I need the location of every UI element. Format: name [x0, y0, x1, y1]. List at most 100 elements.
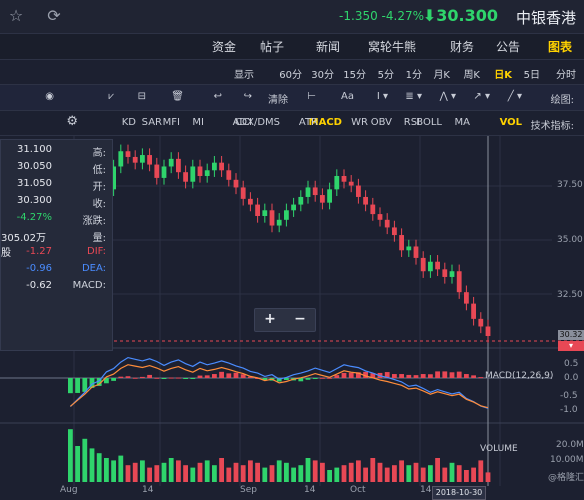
- candle: [219, 162, 224, 171]
- tab-4[interactable]: 新闻: [316, 38, 340, 55]
- macd-bar: [219, 371, 224, 378]
- volume-bar: [168, 458, 174, 482]
- tab-3[interactable]: 窝轮牛熊: [368, 38, 416, 55]
- fib-tool-icon[interactable]: ≣ ▾: [405, 91, 422, 102]
- macd-bar: [118, 376, 124, 378]
- candle: [190, 166, 196, 182]
- indicator-vol[interactable]: VOL: [500, 117, 522, 128]
- current-price-marker: ▾: [558, 341, 584, 351]
- date-tick: 14: [304, 485, 316, 495]
- info-key: 量:: [92, 233, 106, 244]
- star-icon[interactable]: ☆: [6, 6, 26, 26]
- indicator-atr[interactable]: ATR: [299, 117, 318, 128]
- macd-bar: [226, 373, 232, 378]
- magnet-icon[interactable]: ⩗: [108, 91, 114, 102]
- line-tool-icon[interactable]: ╱ ▾: [508, 91, 522, 102]
- trash-icon[interactable]: 🗑: [171, 91, 184, 102]
- period-4[interactable]: 月K: [433, 66, 450, 81]
- volume-bar: [104, 458, 109, 482]
- tab-1[interactable]: 公告: [496, 38, 520, 55]
- period-8[interactable]: 30分: [311, 66, 334, 81]
- candle: [478, 318, 484, 327]
- refresh-icon[interactable]: ⟳: [44, 6, 64, 26]
- redo-icon[interactable]: ↪: [244, 91, 252, 102]
- volume-bar: [449, 462, 455, 482]
- volume-bar: [96, 453, 102, 482]
- indicator-rsi[interactable]: RSI: [404, 117, 420, 128]
- macd-bar: [305, 378, 311, 380]
- visibility-icon[interactable]: ◉: [45, 91, 54, 102]
- info-value: -0.96: [26, 263, 52, 274]
- macd-bar: [111, 378, 116, 381]
- undo-icon[interactable]: ↩: [214, 91, 222, 102]
- macd-bar: [168, 377, 174, 379]
- indicator-boll[interactable]: BOLL: [416, 117, 442, 128]
- candle: [334, 176, 340, 190]
- volume-bar: [147, 467, 152, 482]
- indicator-ma[interactable]: MA: [455, 117, 470, 128]
- period-7[interactable]: 15分: [343, 66, 366, 81]
- date-tick: Aug: [60, 485, 78, 495]
- settings-icon[interactable]: ⚙: [66, 114, 78, 129]
- candle: [449, 271, 455, 277]
- candle: [370, 204, 376, 215]
- candle: [428, 261, 433, 272]
- volume-bar: [399, 460, 404, 482]
- volume-bar: [298, 465, 304, 482]
- candle: [248, 198, 253, 205]
- draw-label: 绘图:: [550, 95, 574, 106]
- zoom-in-button[interactable]: +: [255, 311, 285, 327]
- ray-tool-icon[interactable]: ↗ ▾: [473, 91, 490, 102]
- tab-2[interactable]: 财务: [450, 38, 474, 55]
- indicator-kd[interactable]: KD: [122, 117, 136, 128]
- period-9[interactable]: 60分: [279, 66, 302, 81]
- candle: [456, 271, 462, 293]
- indicator-cci[interactable]: CCI: [235, 117, 252, 128]
- period-3[interactable]: 周K: [463, 66, 480, 81]
- lock-icon[interactable]: ⊟: [138, 91, 146, 102]
- volume-tick: 20.0M: [556, 440, 584, 450]
- macd-bar: [334, 375, 340, 378]
- channel-tool-icon[interactable]: ⋀ ▾: [440, 91, 456, 102]
- macd-bar: [435, 371, 440, 378]
- macd-bar: [327, 377, 332, 379]
- candle: [255, 204, 260, 216]
- period-1[interactable]: 5日: [524, 66, 540, 81]
- volume-bar: [370, 458, 376, 482]
- price-tick: 37.50: [557, 180, 583, 190]
- period-10[interactable]: 显示: [234, 66, 254, 81]
- tab-5[interactable]: 帖子: [260, 38, 284, 55]
- candle: [320, 195, 325, 203]
- volume-bar: [75, 446, 80, 482]
- macd-bar: [348, 372, 354, 378]
- candle: [442, 269, 448, 277]
- volume-bar: [456, 465, 462, 482]
- font-tool[interactable]: Aa: [341, 91, 354, 102]
- date-tick: 14: [142, 485, 154, 495]
- period-0[interactable]: 分时: [556, 66, 576, 81]
- volume-bar: [212, 465, 217, 482]
- watermark: @格隆汇: [548, 473, 584, 483]
- volume-bar: [420, 467, 426, 482]
- period-5[interactable]: 1分: [406, 66, 422, 81]
- indicator-mfi[interactable]: MFI: [163, 117, 180, 128]
- tab-0[interactable]: 图表: [548, 38, 572, 55]
- indicator-sar[interactable]: SAR: [142, 117, 162, 128]
- volume-bar: [348, 462, 354, 482]
- measure-tool-icon[interactable]: ⊢: [307, 91, 316, 102]
- candle: [161, 166, 167, 178]
- volume-bar: [204, 460, 210, 482]
- indicator-obv[interactable]: OBV: [371, 117, 392, 128]
- indicator-wr[interactable]: WR: [351, 117, 368, 128]
- main-tabs: 图表 公告 财务 窝轮牛熊 新闻 帖子 资金: [0, 34, 584, 60]
- text-tool-icon[interactable]: I ▾: [377, 91, 388, 102]
- period-6[interactable]: 5分: [378, 66, 394, 81]
- ohlc-info-panel: 高: 31.100 低: 30.050 开: 31.050 收: 30.300 涨跌: -4.27…: [0, 139, 113, 351]
- zoom-out-button[interactable]: −: [285, 311, 315, 327]
- clear-button[interactable]: 清除: [268, 91, 288, 106]
- candle: [420, 257, 426, 272]
- period-2[interactable]: 日K: [494, 66, 512, 81]
- indicator-mi[interactable]: MI: [192, 117, 204, 128]
- tab-6[interactable]: 资金: [212, 38, 236, 55]
- volume-bar: [377, 462, 383, 482]
